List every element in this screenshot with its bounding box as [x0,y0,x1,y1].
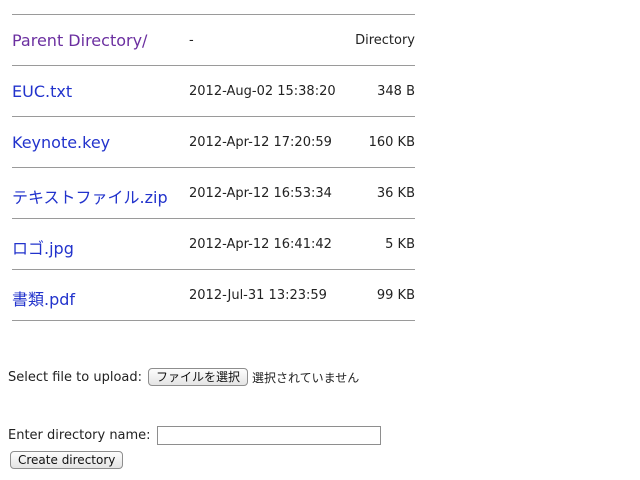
no-file-selected-text: 選択されていません [252,370,360,385]
file-size: 160 KB [368,135,415,150]
parent-directory-link[interactable]: Parent Directory/ [12,31,147,50]
file-link-text-file-zip[interactable]: テキストファイル.zip [12,184,168,208]
file-row-documents-pdf: 書類.pdf 2012-Jul-31 13:23:59 99 KB [12,270,415,321]
file-row-text-file-zip: テキストファイル.zip 2012-Apr-12 16:53:34 36 KB [12,168,415,219]
file-date: 2012-Aug-02 15:38:20 [189,84,336,99]
file-row-euc-txt: EUC.txt 2012-Aug-02 15:38:20 348 B [12,66,415,117]
file-row-keynote-key: Keynote.key 2012-Apr-12 17:20:59 160 KB [12,117,415,168]
file-date: 2012-Apr-12 16:41:42 [189,237,332,252]
upload-form: Select file to upload: ファイルを選択 選択されていません [8,368,359,386]
create-directory-wrapper: Create directory [10,449,124,469]
file-date: 2012-Apr-12 16:53:34 [189,186,332,201]
file-size: 99 KB [376,288,415,303]
directory-name-label: Enter directory name: [8,428,151,443]
file-link-keynote-key[interactable]: Keynote.key [12,133,110,152]
file-date: 2012-Apr-12 17:20:59 [189,135,332,150]
upload-label: Select file to upload: [8,369,143,385]
file-link-logo-jpg[interactable]: ロゴ.jpg [12,235,74,259]
file-size: Directory [355,33,415,48]
file-size: 348 B [377,84,415,99]
file-date: - [189,33,194,48]
file-link-documents-pdf[interactable]: 書類.pdf [12,286,75,310]
file-row-logo-jpg: ロゴ.jpg 2012-Apr-12 16:41:42 5 KB [12,219,415,270]
create-directory-button[interactable]: Create directory [10,451,124,469]
file-row-parent-directory: Parent Directory/ - Directory [12,15,415,66]
choose-file-button[interactable]: ファイルを選択 [148,368,249,386]
file-listing: Parent Directory/ - Directory EUC.txt 20… [12,14,415,321]
file-size: 5 KB [385,237,415,252]
file-size: 36 KB [376,186,415,201]
directory-name-input[interactable] [156,426,381,445]
file-date: 2012-Jul-31 13:23:59 [189,288,327,303]
directory-form: Enter directory name: [8,426,381,445]
file-link-euc-txt[interactable]: EUC.txt [12,82,72,101]
